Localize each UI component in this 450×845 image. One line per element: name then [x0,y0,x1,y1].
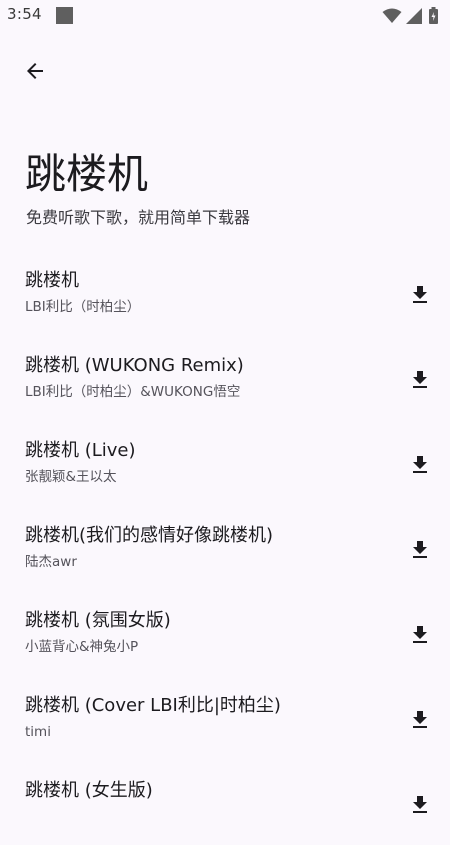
notification-square-icon [56,7,73,24]
wifi-icon [382,8,402,23]
download-icon [413,456,427,473]
download-icon [413,371,427,388]
song-title: 跳楼机 (WUKONG Remix) [25,355,244,376]
cellular-signal-icon [406,8,422,24]
song-list-item[interactable]: 跳楼机 (Cover LBI利比|时柏尘) timi [0,675,450,760]
download-button[interactable] [402,532,438,568]
back-button[interactable] [16,52,54,90]
download-button[interactable] [402,617,438,653]
song-artist: timi [25,724,51,740]
download-icon [413,541,427,558]
download-icon [413,711,427,728]
song-artist: 小蓝背心&神兔小P [25,639,139,655]
arrow-left-icon [27,63,43,79]
download-button[interactable] [402,447,438,483]
song-artist: 张靓颖&王以太 [25,469,117,485]
battery-icon [429,7,438,24]
download-icon [413,286,427,303]
song-list-item[interactable]: 跳楼机 LBI利比（时柏尘） [0,250,450,335]
song-title: 跳楼机 [25,270,79,291]
download-button[interactable] [402,702,438,738]
page-title: 跳楼机 [25,150,148,198]
download-button[interactable] [402,277,438,313]
song-list-item[interactable]: 跳楼机 (WUKONG Remix) LBI利比（时柏尘）&WUKONG悟空 [0,335,450,420]
song-list-item[interactable]: 跳楼机 (女生版) [0,760,450,845]
song-title: 跳楼机 (Cover LBI利比|时柏尘) [25,695,281,716]
song-list-item[interactable]: 跳楼机 (Live) 张靓颖&王以太 [0,420,450,505]
download-icon [413,796,427,813]
song-artist: LBI利比（时柏尘）&WUKONG悟空 [25,384,241,400]
status-time: 3:54 [7,5,42,23]
song-title: 跳楼机 (氛围女版) [25,610,171,631]
song-artist: 陆杰awr [25,554,77,570]
page-subtitle: 免费听歌下歌，就用简单下载器 [26,208,251,227]
download-icon [413,626,427,643]
download-button[interactable] [402,787,438,823]
download-button[interactable] [402,362,438,398]
song-title: 跳楼机(我们的感情好像跳楼机) [25,525,274,546]
song-title: 跳楼机 (女生版) [25,780,153,801]
status-bar: 3:54 [0,0,450,32]
song-title: 跳楼机 (Live) [25,440,136,461]
song-list-item[interactable]: 跳楼机(我们的感情好像跳楼机) 陆杰awr [0,505,450,590]
song-artist: LBI利比（时柏尘） [25,299,141,315]
song-list-item[interactable]: 跳楼机 (氛围女版) 小蓝背心&神兔小P [0,590,450,675]
song-list: 跳楼机 LBI利比（时柏尘） 跳楼机 (WUKONG Remix) LBI利比（… [0,250,450,845]
